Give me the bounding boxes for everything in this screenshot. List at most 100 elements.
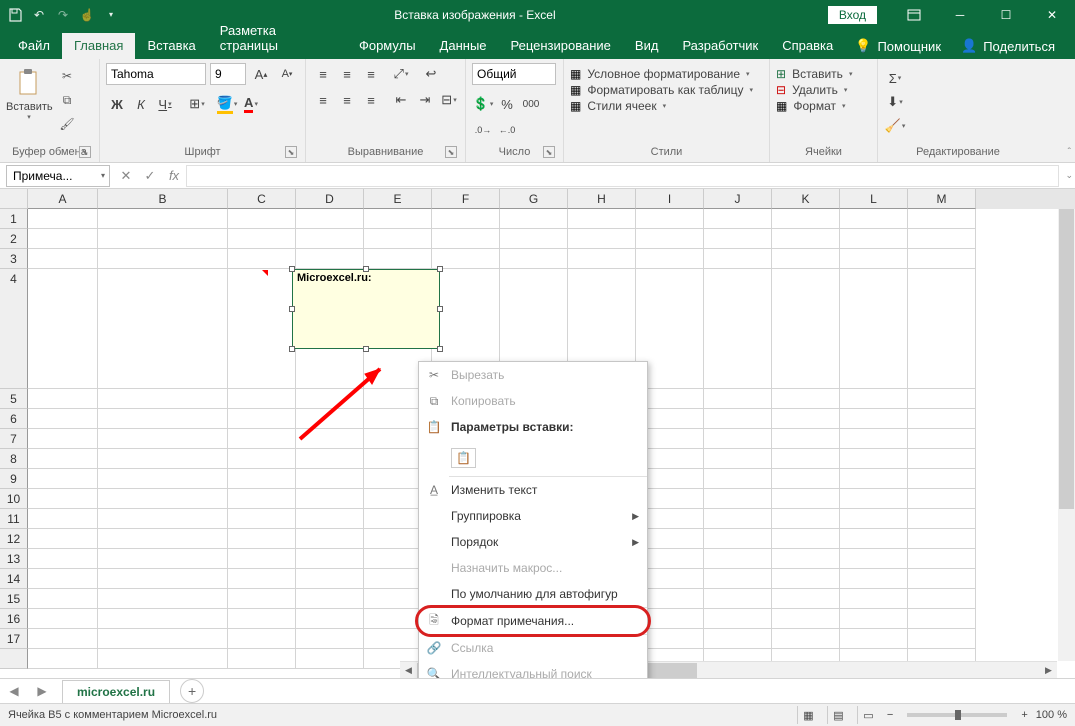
cell-K16[interactable] [772, 609, 840, 629]
cell-C3[interactable] [228, 249, 296, 269]
formula-input[interactable] [186, 165, 1059, 187]
cell-M12[interactable] [908, 529, 976, 549]
select-all-corner[interactable] [0, 189, 28, 209]
cell-G1[interactable] [500, 209, 568, 229]
cell-D14[interactable] [296, 569, 364, 589]
cell-M16[interactable] [908, 609, 976, 629]
font-size-combo[interactable] [210, 63, 246, 85]
cell-J7[interactable] [704, 429, 772, 449]
ctx-order[interactable]: Порядок▶ [419, 529, 647, 555]
cell-L14[interactable] [840, 569, 908, 589]
cell-J17[interactable] [704, 629, 772, 649]
login-button[interactable]: Вход [828, 6, 877, 24]
cell-J14[interactable] [704, 569, 772, 589]
merge-icon[interactable]: ⊟ [438, 89, 460, 111]
cell-D1[interactable] [296, 209, 364, 229]
row-header-8[interactable]: 8 [0, 449, 28, 469]
tab-file[interactable]: Файл [6, 33, 62, 59]
cell-L11[interactable] [840, 509, 908, 529]
cell-L13[interactable] [840, 549, 908, 569]
cell-J5[interactable] [704, 389, 772, 409]
percent-icon[interactable]: % [496, 93, 518, 115]
cell-M11[interactable] [908, 509, 976, 529]
cell-A12[interactable] [28, 529, 98, 549]
collapse-ribbon-icon[interactable]: ˆ [1068, 147, 1071, 158]
col-header-K[interactable]: K [772, 189, 840, 209]
comment-box[interactable]: Microexcel.ru: [292, 269, 440, 349]
cell-L7[interactable] [840, 429, 908, 449]
col-header-A[interactable]: A [28, 189, 98, 209]
minimize-button[interactable]: ─ [937, 0, 983, 29]
cell-K8[interactable] [772, 449, 840, 469]
quick-save-icon[interactable] [4, 4, 26, 26]
bold-button[interactable]: Ж [106, 93, 128, 115]
view-normal-icon[interactable]: ▦ [797, 706, 819, 724]
row-header-9[interactable]: 9 [0, 469, 28, 489]
row-header-10[interactable]: 10 [0, 489, 28, 509]
tab-view[interactable]: Вид [623, 33, 671, 59]
touch-mode-icon[interactable]: ☝ [76, 4, 98, 26]
ctx-grouping[interactable]: Группировка▶ [419, 503, 647, 529]
cell-M4[interactable] [908, 269, 976, 389]
align-right-icon[interactable]: ≡ [360, 89, 382, 111]
alignment-launcher[interactable]: ⬊ [445, 146, 457, 158]
cell-D8[interactable] [296, 449, 364, 469]
cell-C4[interactable] [228, 269, 296, 389]
cancel-formula-icon[interactable]: ✕ [114, 165, 138, 187]
cell-B7[interactable] [98, 429, 228, 449]
cell-K13[interactable] [772, 549, 840, 569]
row-header-2[interactable]: 2 [0, 229, 28, 249]
cell-J10[interactable] [704, 489, 772, 509]
cell-C10[interactable] [228, 489, 296, 509]
cell-B18[interactable] [98, 649, 228, 669]
cell-C13[interactable] [228, 549, 296, 569]
maximize-button[interactable]: ☐ [983, 0, 1029, 29]
cell-L2[interactable] [840, 229, 908, 249]
row-header-18[interactable] [0, 649, 28, 669]
cell-E3[interactable] [364, 249, 432, 269]
cell-M10[interactable] [908, 489, 976, 509]
cell-J1[interactable] [704, 209, 772, 229]
cell-C14[interactable] [228, 569, 296, 589]
cell-A2[interactable] [28, 229, 98, 249]
cell-B6[interactable] [98, 409, 228, 429]
format-cells-button[interactable]: ▦Формат▾ [776, 99, 846, 113]
share-button[interactable]: 👤Поделиться [951, 33, 1065, 59]
cell-K10[interactable] [772, 489, 840, 509]
cell-A18[interactable] [28, 649, 98, 669]
cell-B1[interactable] [98, 209, 228, 229]
cell-A7[interactable] [28, 429, 98, 449]
cell-I1[interactable] [636, 209, 704, 229]
cell-B17[interactable] [98, 629, 228, 649]
col-header-H[interactable]: H [568, 189, 636, 209]
cell-K3[interactable] [772, 249, 840, 269]
cell-M7[interactable] [908, 429, 976, 449]
clipboard-launcher[interactable]: ⬊ [79, 146, 91, 158]
cell-B14[interactable] [98, 569, 228, 589]
cell-H1[interactable] [568, 209, 636, 229]
cell-M14[interactable] [908, 569, 976, 589]
decrease-font-icon[interactable]: A▾ [276, 63, 298, 85]
cell-A13[interactable] [28, 549, 98, 569]
cut-icon[interactable]: ✂ [56, 65, 78, 87]
cell-C17[interactable] [228, 629, 296, 649]
row-header-15[interactable]: 15 [0, 589, 28, 609]
cell-M1[interactable] [908, 209, 976, 229]
cell-D13[interactable] [296, 549, 364, 569]
col-header-I[interactable]: I [636, 189, 704, 209]
col-header-E[interactable]: E [364, 189, 432, 209]
cell-B4[interactable] [98, 269, 228, 389]
increase-font-icon[interactable]: A▴ [250, 63, 272, 85]
ctx-set-default[interactable]: По умолчанию для автофигур [419, 581, 647, 607]
cell-L10[interactable] [840, 489, 908, 509]
cell-L3[interactable] [840, 249, 908, 269]
insert-cells-button[interactable]: ⊞Вставить▾ [776, 67, 852, 81]
cell-B16[interactable] [98, 609, 228, 629]
cell-L4[interactable] [840, 269, 908, 389]
cell-L5[interactable] [840, 389, 908, 409]
cell-A8[interactable] [28, 449, 98, 469]
autosum-icon[interactable]: Σ [884, 67, 906, 89]
cell-J8[interactable] [704, 449, 772, 469]
row-header-1[interactable]: 1 [0, 209, 28, 229]
cell-G2[interactable] [500, 229, 568, 249]
